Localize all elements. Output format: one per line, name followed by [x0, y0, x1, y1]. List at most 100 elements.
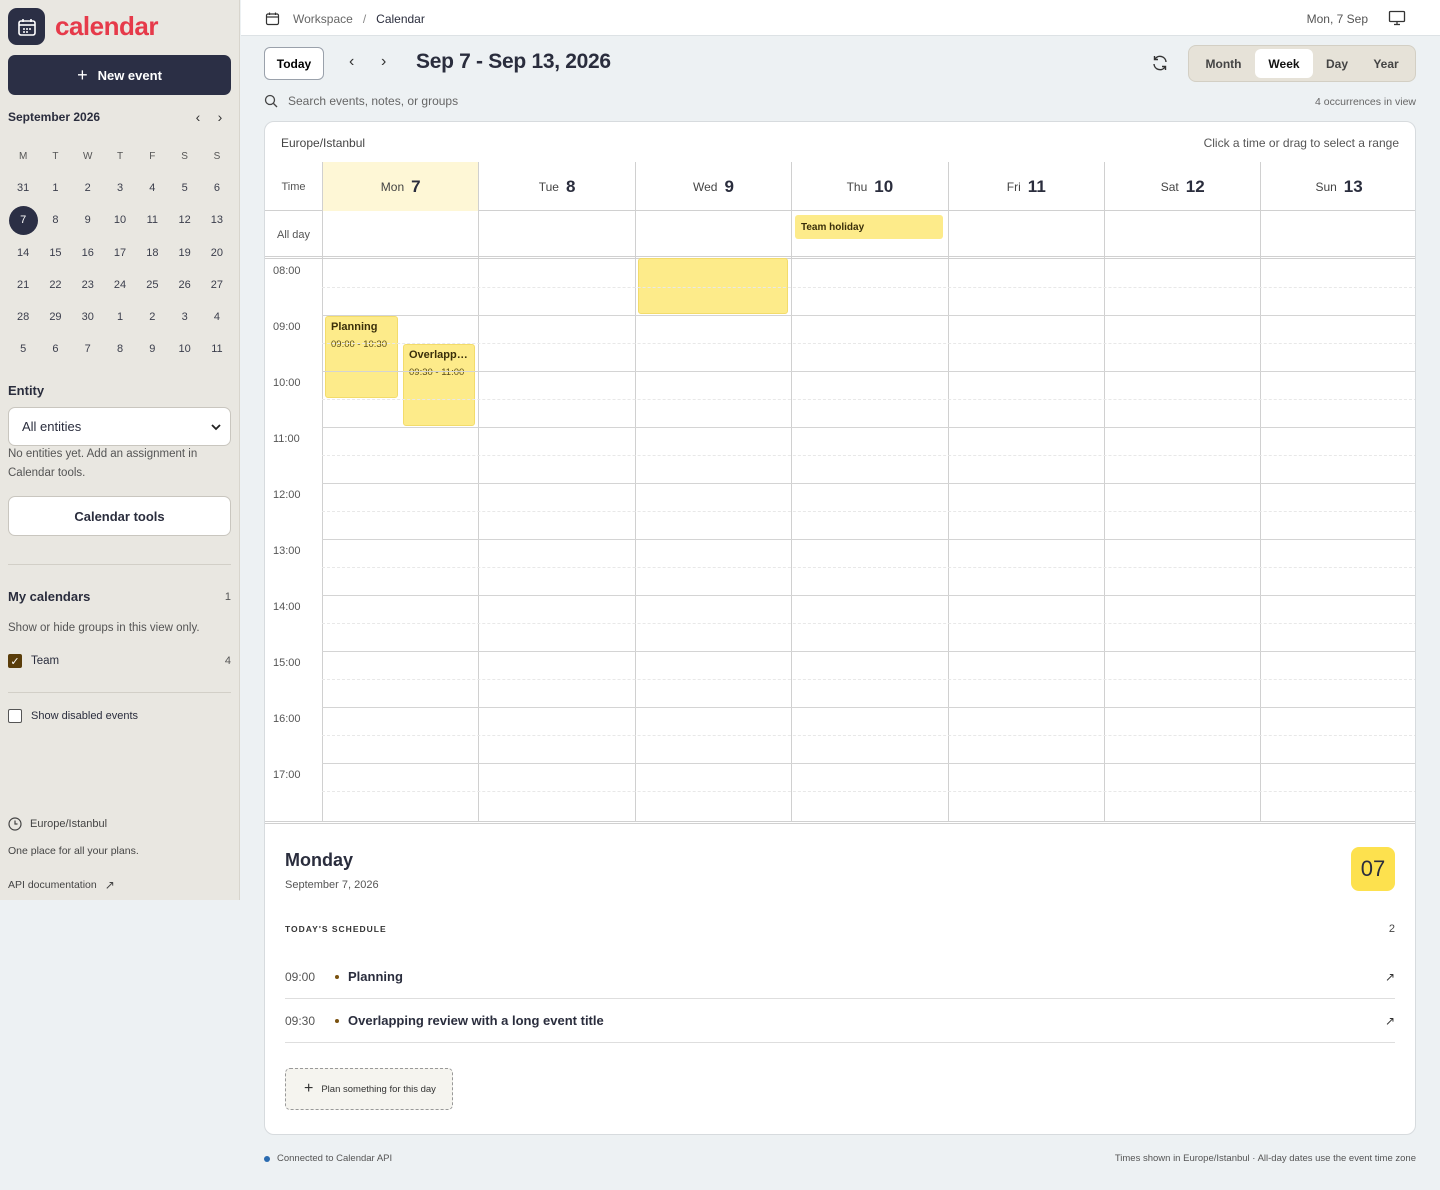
mini-day[interactable]: 12: [168, 204, 200, 236]
next-week-icon[interactable]: ›: [381, 53, 386, 71]
sidebar-tagline: One place for all your plans.: [8, 845, 139, 857]
mini-day[interactable]: 13: [201, 204, 233, 236]
mini-day[interactable]: 25: [136, 269, 168, 301]
mini-day[interactable]: 5: [168, 172, 200, 204]
view-week[interactable]: Week: [1255, 49, 1313, 78]
event-block-wed[interactable]: [638, 258, 788, 314]
all-day-event[interactable]: Team holiday: [795, 215, 943, 239]
mini-weekday-label: T: [52, 150, 59, 162]
my-calendars-count: 1: [224, 590, 231, 603]
day-header[interactable]: Thu 10: [791, 162, 947, 211]
api-status: Connected to Calendar API: [264, 1153, 392, 1164]
search-input[interactable]: Search events, notes, or groups: [288, 94, 458, 108]
mini-day[interactable]: 11: [201, 333, 233, 365]
refresh-icon[interactable]: [1151, 54, 1169, 72]
mini-day[interactable]: 2: [136, 301, 168, 333]
day-header[interactable]: Tue 8: [478, 162, 634, 211]
mini-day[interactable]: 4: [201, 301, 233, 333]
mini-day[interactable]: 9: [72, 204, 104, 236]
schedule-item[interactable]: 09:00 Planning ↗: [285, 955, 1395, 999]
day-header[interactable]: Wed 9: [634, 162, 791, 211]
schedule-item[interactable]: 09:30 Overlapping review with a long eve…: [285, 999, 1395, 1043]
mini-day[interactable]: 6: [201, 172, 233, 204]
mini-day[interactable]: 10: [104, 204, 136, 236]
mini-day[interactable]: 22: [39, 269, 71, 301]
mini-day[interactable]: 8: [39, 204, 71, 236]
prev-week-icon[interactable]: ‹: [349, 53, 354, 71]
mini-day[interactable]: 16: [72, 237, 104, 269]
mini-calendar-header: September 2026 ‹ ›: [8, 109, 231, 125]
day-header[interactable]: Sat 12: [1104, 162, 1260, 211]
column-line: [634, 211, 636, 821]
mini-day[interactable]: 14: [7, 237, 39, 269]
mini-day[interactable]: 11: [136, 204, 168, 236]
mini-weekday-label: M: [18, 150, 28, 162]
mini-day[interactable]: 20: [201, 237, 233, 269]
open-arrow-icon[interactable]: ↗: [1385, 970, 1395, 984]
api-documentation-link[interactable]: API documentation ↗: [8, 878, 115, 892]
calendar-item-team[interactable]: ✓ Team 4: [8, 654, 231, 668]
view-year[interactable]: Year: [1361, 49, 1411, 78]
plus-icon: +: [304, 1080, 314, 1097]
breadcrumb-workspace[interactable]: Workspace: [293, 12, 353, 26]
mini-day[interactable]: 28: [7, 301, 39, 333]
mini-day[interactable]: 7: [7, 204, 39, 236]
plan-day-label: Plan something for this day: [321, 1083, 436, 1095]
half-hour-line: [322, 735, 1415, 736]
event-planning[interactable]: Planning 09:00 - 10:30: [325, 316, 398, 398]
mini-next-month-icon[interactable]: ›: [209, 109, 231, 125]
calendar-tools-button[interactable]: Calendar tools: [8, 496, 231, 536]
search-bar[interactable]: Search events, notes, or groups: [264, 94, 458, 108]
mini-day[interactable]: 15: [39, 237, 71, 269]
entity-select[interactable]: All entities: [8, 407, 231, 446]
day-number: 10: [874, 176, 894, 196]
view-month[interactable]: Month: [1192, 49, 1255, 78]
mini-day[interactable]: 1: [39, 172, 71, 204]
mini-day[interactable]: 2: [72, 172, 104, 204]
event-overlapping-review[interactable]: Overlapping review with a long event tit…: [403, 344, 475, 426]
day-header[interactable]: Fri 11: [947, 162, 1104, 211]
day-number: 13: [1343, 176, 1363, 196]
day-header[interactable]: Mon 7: [322, 162, 479, 211]
mini-day[interactable]: 8: [104, 333, 136, 365]
mini-day[interactable]: 3: [168, 301, 200, 333]
range-title: Sep 7 - Sep 13, 2026: [416, 50, 611, 73]
mini-day[interactable]: 21: [7, 269, 39, 301]
plan-day-button[interactable]: + Plan something for this day: [285, 1068, 453, 1110]
mini-day[interactable]: 19: [168, 237, 200, 269]
mini-day[interactable]: 6: [39, 333, 71, 365]
mini-day[interactable]: 29: [39, 301, 71, 333]
show-disabled-toggle[interactable]: Show disabled events: [8, 709, 231, 723]
mini-day[interactable]: 27: [201, 269, 233, 301]
mini-day[interactable]: 30: [72, 301, 104, 333]
mini-day[interactable]: 9: [136, 333, 168, 365]
day-header[interactable]: Sun 13: [1260, 162, 1415, 211]
monitor-icon[interactable]: [1388, 10, 1406, 26]
day-name: Tue: [538, 179, 559, 194]
mini-day[interactable]: 17: [104, 237, 136, 269]
mini-day[interactable]: 23: [72, 269, 104, 301]
mini-day[interactable]: 31: [7, 172, 39, 204]
mini-day[interactable]: 26: [168, 269, 200, 301]
mini-prev-month-icon[interactable]: ‹: [187, 109, 209, 125]
hour-label: 13:00: [273, 545, 301, 557]
today-button[interactable]: Today: [264, 47, 324, 80]
team-checkbox[interactable]: ✓: [8, 654, 22, 668]
mini-day[interactable]: 18: [136, 237, 168, 269]
hour-label: 11:00: [273, 433, 300, 445]
mini-day[interactable]: 10: [168, 333, 200, 365]
entity-help: No entities yet. Add an assignment in Ca…: [8, 448, 198, 479]
mini-day[interactable]: 3: [104, 172, 136, 204]
mini-day[interactable]: 4: [136, 172, 168, 204]
mini-day[interactable]: 1: [104, 301, 136, 333]
mini-day[interactable]: 7: [72, 333, 104, 365]
mini-day[interactable]: 24: [104, 269, 136, 301]
view-day[interactable]: Day: [1313, 49, 1361, 78]
top-bar: Workspace / Calendar Mon, 7 Sep: [241, 0, 1440, 36]
open-arrow-icon[interactable]: ↗: [1385, 1014, 1395, 1028]
show-disabled-checkbox[interactable]: [8, 709, 22, 723]
new-event-button[interactable]: + New event: [8, 55, 231, 95]
mini-day[interactable]: 5: [7, 333, 39, 365]
brand[interactable]: calendar: [8, 8, 158, 45]
detail-date: September 7, 2026: [285, 879, 379, 891]
